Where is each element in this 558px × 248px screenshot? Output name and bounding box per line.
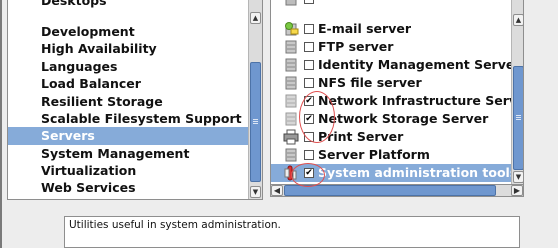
group-item-servers[interactable]: Servers (8, 127, 248, 145)
server-icon (285, 40, 297, 54)
package-label: Server Platform (318, 147, 430, 162)
server-icon (285, 94, 297, 108)
scroll-up-button[interactable]: ▲ (250, 12, 261, 24)
group-item-virtualization[interactable]: Virtualization (8, 162, 248, 180)
server-icon (285, 148, 297, 162)
package-list-scrollbar[interactable]: ▲ ▼ (511, 0, 523, 184)
annotation-circle (299, 91, 335, 143)
window-frame-edge (0, 0, 2, 248)
group-item-scalable-filesystem-support[interactable]: Scalable Filesystem Support (8, 110, 248, 128)
group-item-system-management[interactable]: System Management (8, 145, 248, 163)
server-icon (285, 112, 297, 126)
package-list[interactable]: E-mail server FTP server Identity Manage… (270, 0, 524, 185)
group-list-scrollbar[interactable]: ▲ ▼ (248, 0, 262, 199)
package-checkbox[interactable] (304, 78, 314, 88)
package-item-nfs-file-server[interactable]: NFS file server (271, 74, 523, 92)
group-item-desktops[interactable]: Desktops (8, 0, 248, 10)
package-checkbox[interactable] (304, 60, 314, 70)
package-item-email-server[interactable]: E-mail server (271, 20, 523, 38)
package-checkbox[interactable] (304, 42, 314, 52)
package-checkbox[interactable] (304, 24, 314, 34)
scroll-left-button[interactable]: ◀ (271, 185, 283, 196)
group-item-languages[interactable]: Languages (8, 58, 248, 76)
package-item-ftp-server[interactable]: FTP server (271, 38, 523, 56)
group-item-development[interactable]: Development (8, 23, 248, 41)
annotation-circle (291, 163, 325, 187)
package-label: System administration tools (318, 165, 518, 180)
package-item-server-platform[interactable]: Server Platform (271, 146, 523, 164)
scroll-up-button[interactable]: ▲ (513, 14, 523, 26)
scroll-down-button[interactable]: ▼ (250, 186, 261, 198)
group-item-web-services[interactable]: Web Services (8, 179, 248, 197)
package-group-list[interactable]: Desktops Development High Availability L… (7, 0, 263, 200)
scroll-thumb[interactable] (250, 62, 261, 182)
server-icon (285, 76, 297, 90)
scroll-thumb[interactable] (513, 66, 523, 170)
group-item-load-balancer[interactable]: Load Balancer (8, 75, 248, 93)
group-description-text: Utilities useful in system administratio… (69, 219, 281, 231)
package-label: Identity Management Server (318, 57, 521, 72)
mail-server-icon (285, 22, 299, 36)
package-label: Network Infrastructure Server (318, 93, 524, 108)
package-label: FTP server (318, 39, 394, 54)
package-item-partial (271, 0, 523, 8)
horizontal-scroll-thumb[interactable] (284, 185, 496, 196)
package-checkbox[interactable] (304, 0, 314, 4)
package-label: NFS file server (318, 75, 422, 90)
group-item-resilient-storage[interactable]: Resilient Storage (8, 93, 248, 111)
group-description-box: Utilities useful in system administratio… (64, 216, 520, 248)
group-item-high-availability[interactable]: High Availability (8, 40, 248, 58)
scroll-right-button[interactable]: ▶ (511, 185, 523, 196)
package-label: Network Storage Server (318, 111, 489, 126)
package-checkbox[interactable] (304, 150, 314, 160)
server-icon (285, 0, 297, 6)
scroll-down-button[interactable]: ▼ (513, 171, 523, 183)
server-icon (285, 58, 297, 72)
package-label: E-mail server (318, 21, 411, 36)
printer-icon (283, 129, 299, 145)
package-item-identity-management-server[interactable]: Identity Management Server (271, 56, 523, 74)
